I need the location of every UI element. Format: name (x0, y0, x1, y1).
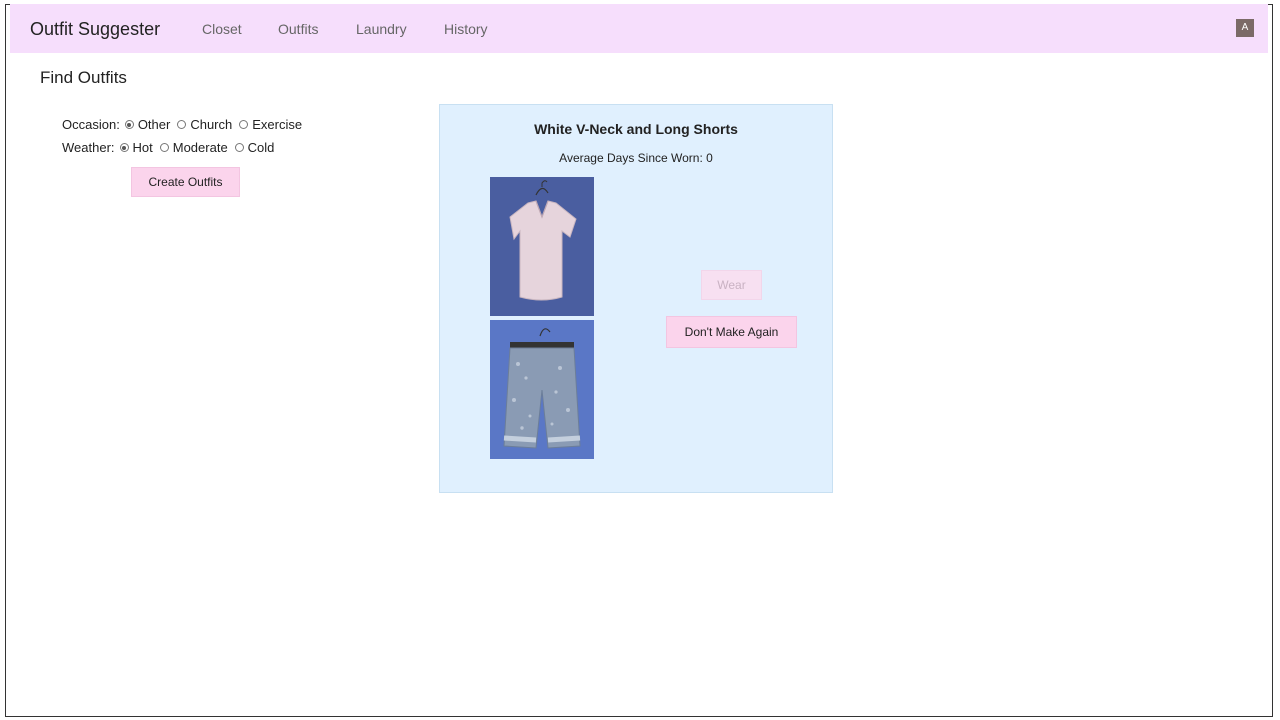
weather-option-label: Moderate (172, 140, 228, 155)
occasion-option-label: Church (190, 117, 233, 132)
occasion-option-church[interactable]: Church (177, 117, 232, 132)
outfit-title: White V-Neck and Long Shorts (534, 121, 738, 137)
occasion-option-other[interactable]: Other (124, 117, 171, 132)
user-avatar[interactable]: A (1236, 19, 1254, 37)
weather-option-label: Hot (132, 140, 153, 155)
weather-option-label: Cold (247, 140, 275, 155)
outfit-card: White V-Neck and Long Shorts Average Day… (439, 104, 833, 493)
occasion-filter: Occasion: Other Church Exercise (62, 117, 309, 132)
wear-button[interactable]: Wear (701, 270, 762, 300)
occasion-option-label: Exercise (252, 117, 303, 132)
create-outfits-button[interactable]: Create Outfits (131, 167, 240, 197)
nav-link-closet[interactable]: Closet (202, 21, 242, 37)
nav-link-laundry[interactable]: Laundry (356, 21, 407, 37)
page-title: Find Outfits (40, 68, 127, 87)
nav-link-history[interactable]: History (444, 21, 488, 37)
tshirt-photo (490, 177, 594, 316)
weather-label: Weather: (62, 140, 115, 155)
days-since-worn: Average Days Since Worn: 0 (559, 151, 713, 165)
weather-filter: Weather: Hot Moderate Cold (62, 140, 281, 155)
nav-link-outfits[interactable]: Outfits (278, 21, 318, 37)
radio-checked-icon[interactable] (119, 143, 129, 152)
radio-icon[interactable] (177, 120, 187, 129)
weather-option-hot[interactable]: Hot (119, 140, 153, 155)
dont-make-again-button[interactable]: Don't Make Again (666, 316, 797, 348)
top-navbar: Outfit Suggester Closet Outfits Laundry … (10, 4, 1268, 53)
app-title[interactable]: Outfit Suggester (30, 19, 160, 40)
radio-icon[interactable] (159, 143, 169, 152)
radio-checked-icon[interactable] (124, 120, 134, 129)
shorts-photo (490, 320, 594, 459)
shirt-image (490, 177, 594, 316)
radio-icon[interactable] (239, 120, 249, 129)
occasion-option-exercise[interactable]: Exercise (239, 117, 302, 132)
occasion-option-label: Other (137, 117, 171, 132)
occasion-label: Occasion: (62, 117, 120, 132)
weather-option-moderate[interactable]: Moderate (159, 140, 228, 155)
radio-icon[interactable] (234, 143, 244, 152)
shorts-image (490, 320, 594, 459)
weather-option-cold[interactable]: Cold (234, 140, 275, 155)
